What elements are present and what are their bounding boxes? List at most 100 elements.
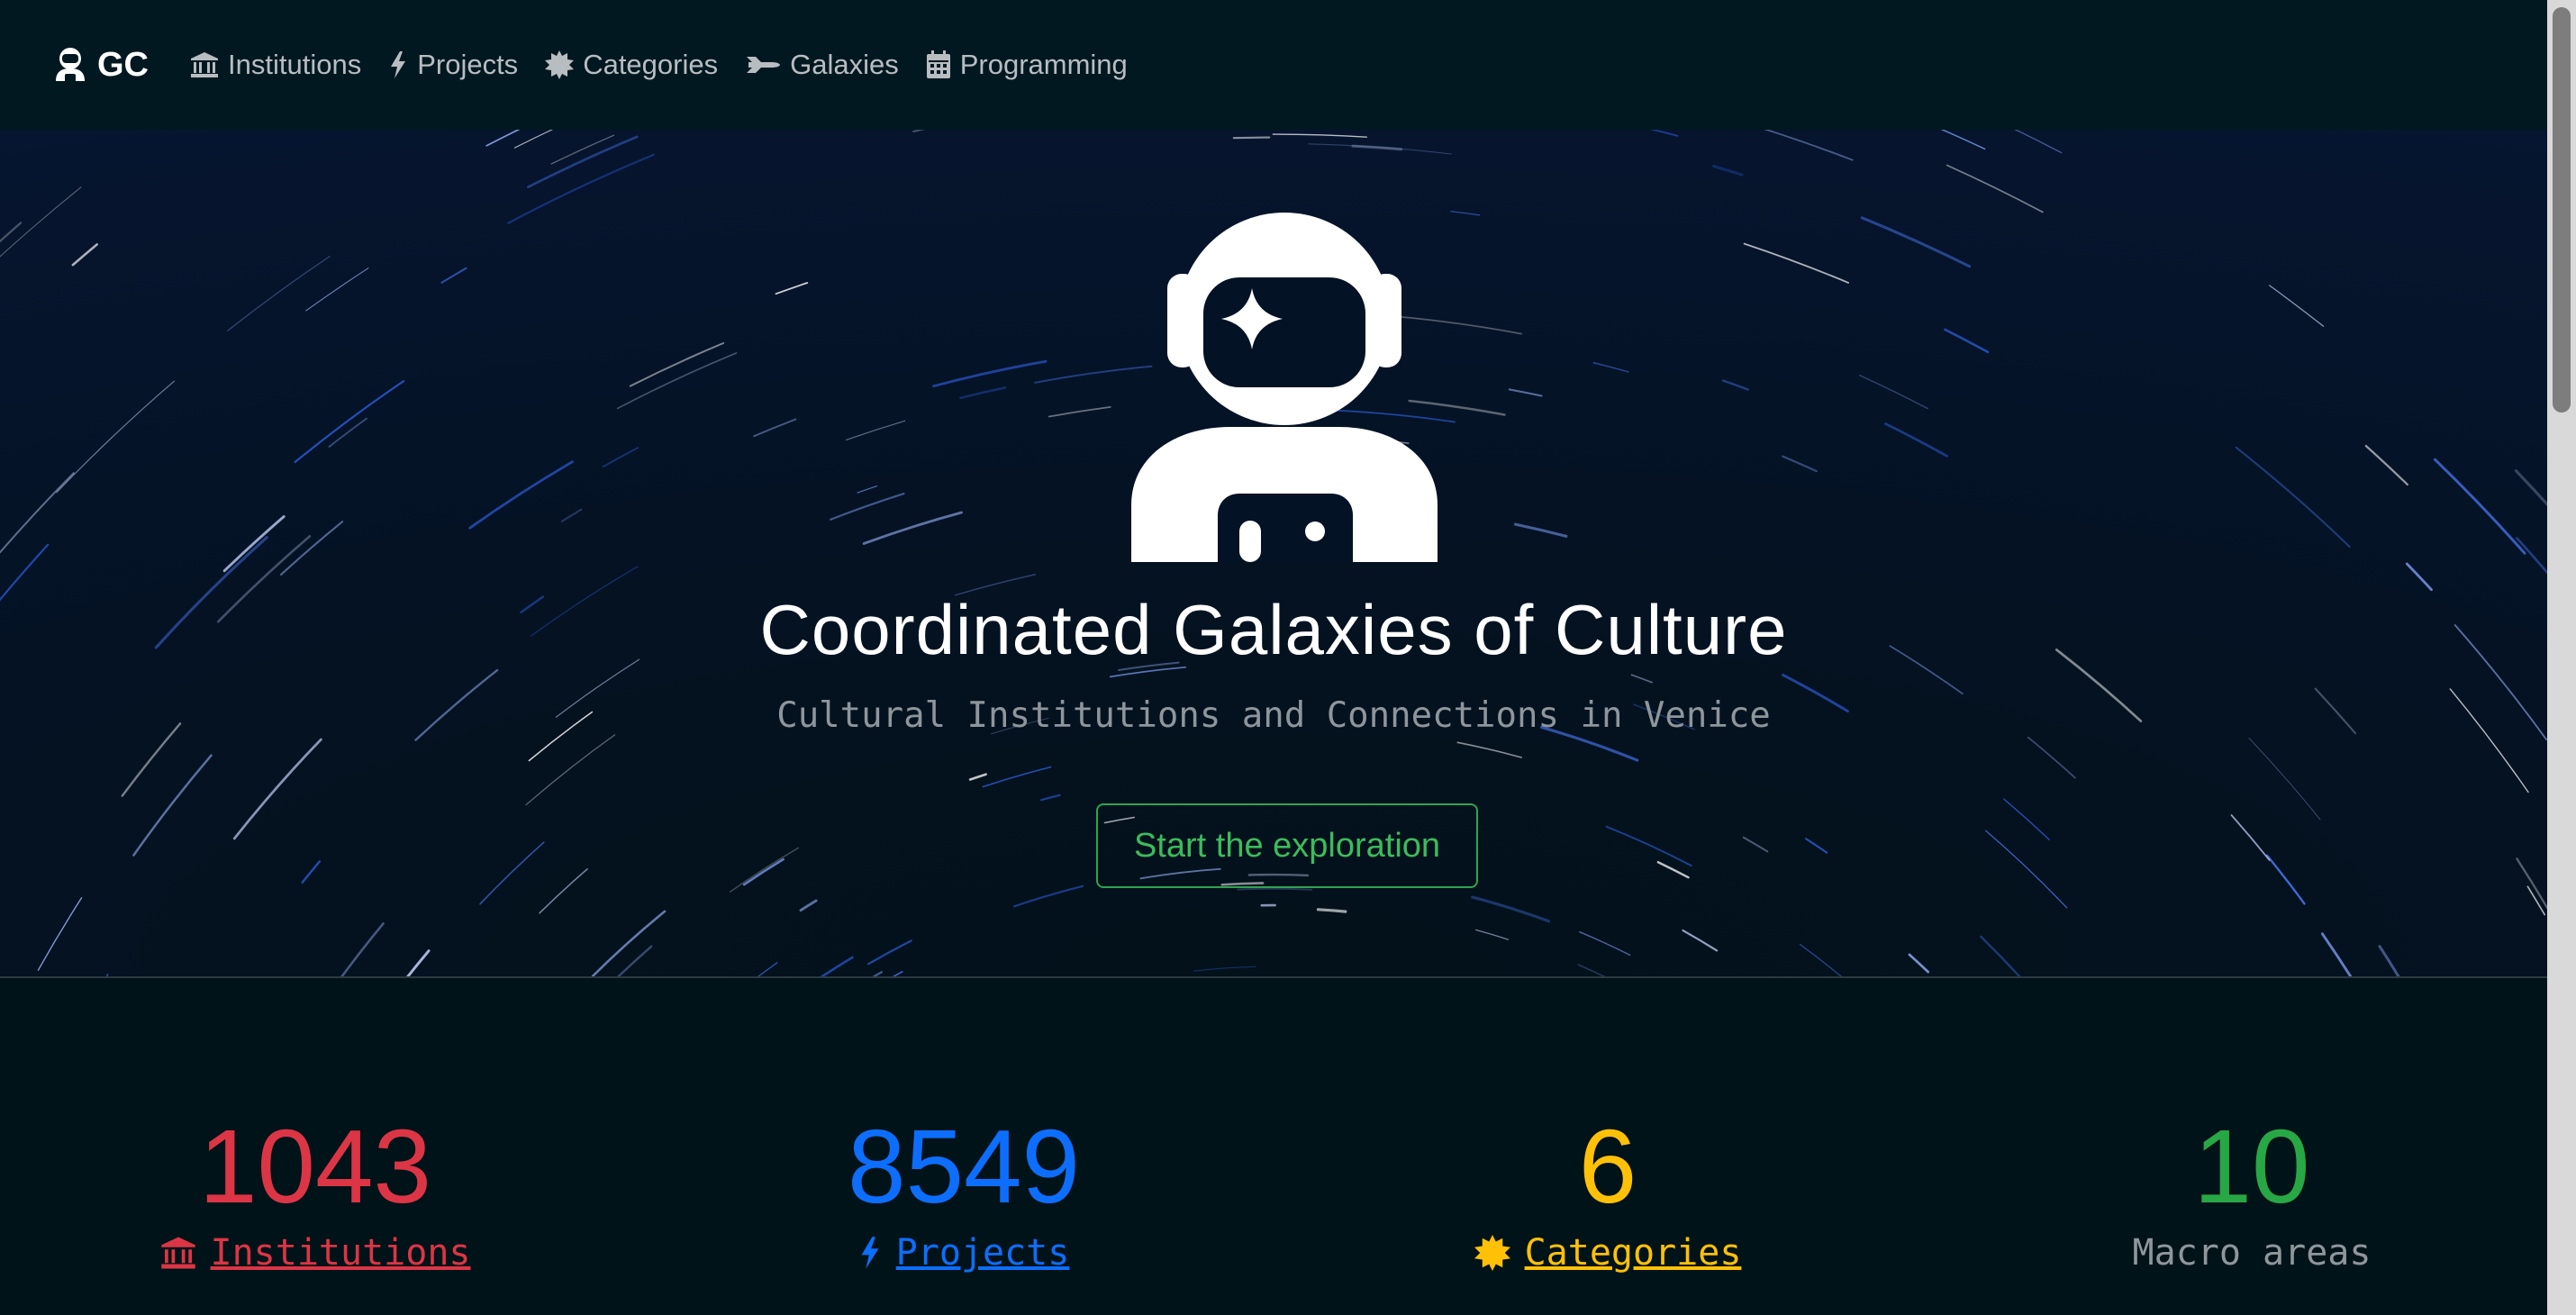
- star-trail: [440, 267, 467, 284]
- star-trail: [1039, 794, 1061, 802]
- nav-item-projects[interactable]: Projects: [388, 49, 518, 81]
- star-trail: [2248, 738, 2321, 821]
- scrollbar-thumb[interactable]: [2553, 7, 2571, 413]
- star-trail: [968, 773, 987, 781]
- shuttle-icon: [747, 57, 781, 73]
- star-trail: [1712, 164, 1744, 177]
- star-trail: [0, 186, 82, 258]
- star-trail: [1513, 522, 1568, 538]
- stat-categories: 6 Categories: [1383, 1108, 1833, 1274]
- star-trail: [2027, 736, 2076, 779]
- star-trail: [1944, 328, 1990, 354]
- star-trail: [485, 130, 521, 147]
- star-trail: [1577, 964, 1606, 976]
- nav-item-label: Programming: [959, 49, 1128, 80]
- star-trail: [982, 766, 1052, 788]
- star-trail: [730, 847, 800, 893]
- star-trail: [845, 420, 906, 440]
- star-trail: [507, 153, 655, 224]
- star-trail: [71, 243, 98, 267]
- hero-subtitle: Cultural Institutions and Connections in…: [776, 695, 1771, 736]
- star-trail: [301, 860, 321, 884]
- star-trail: [1471, 895, 1551, 923]
- star-trail: [1764, 130, 1854, 161]
- star-trail: [1782, 455, 1818, 473]
- projects-link[interactable]: Projects: [896, 1232, 1070, 1274]
- stat-value: 6: [1578, 1108, 1637, 1225]
- star-trail: [602, 447, 639, 467]
- star-trail: [2230, 814, 2271, 861]
- brand-link[interactable]: GC: [54, 46, 149, 85]
- nav-item-label: Institutions: [228, 49, 362, 80]
- star-trail: [1475, 929, 1510, 940]
- brand-text: GC: [97, 45, 149, 84]
- hero-title: Coordinated Galaxies of Culture: [759, 590, 1788, 669]
- star-trail: [1743, 242, 1849, 284]
- categories-link[interactable]: Categories: [1525, 1232, 1742, 1274]
- star-trail: [527, 135, 639, 188]
- top-navbar: GC Institutions Projects Categories Gala…: [0, 0, 2547, 130]
- star-trail: [959, 386, 1007, 400]
- star-trail: [406, 949, 431, 976]
- star-trail: [829, 493, 905, 521]
- star-trail: [2014, 130, 2063, 154]
- star-trail: [617, 945, 653, 976]
- star-trail: [1860, 216, 1972, 268]
- bank-icon: [160, 1237, 195, 1269]
- star-trail: [232, 738, 322, 840]
- astronaut-logo-icon: [56, 48, 85, 83]
- star-trail: [525, 734, 616, 806]
- star-trail: [37, 897, 83, 971]
- page-scrollbar[interactable]: [2547, 0, 2576, 1315]
- star-trail: [757, 962, 778, 976]
- star-trail: [1456, 741, 1522, 758]
- nav-item-label: Projects: [417, 49, 519, 80]
- star-trail: [2003, 798, 2050, 840]
- star-trail: [1884, 422, 1948, 458]
- start-exploration-button[interactable]: Start the exploration: [1096, 803, 1478, 888]
- star-trail: [857, 485, 878, 494]
- bank-icon: [191, 52, 218, 77]
- stat-institutions: 1043 Institutions: [90, 1108, 540, 1274]
- star-trail: [2364, 444, 2408, 486]
- star-trail: [1649, 130, 1679, 137]
- sun-icon: [545, 50, 575, 79]
- star-trail: [222, 515, 286, 573]
- star-trail: [1508, 388, 1543, 397]
- star-trail: [1940, 130, 1986, 150]
- nav-item-programming[interactable]: Programming: [926, 49, 1128, 81]
- star-trail: [2516, 857, 2547, 911]
- star-trail: [1682, 930, 1719, 952]
- nav-item-label: Galaxies: [790, 49, 899, 80]
- star-trail: [0, 472, 75, 554]
- star-trail: [56, 380, 175, 494]
- star-trail: [1450, 210, 1481, 216]
- nav-item-categories[interactable]: Categories: [545, 49, 718, 81]
- star-trail: [2516, 537, 2547, 574]
- star-trail: [0, 222, 23, 243]
- star-trail: [1592, 362, 1629, 373]
- star-trail: [1721, 379, 1749, 391]
- star-trail: [912, 130, 926, 132]
- star-trail: [2405, 562, 2433, 592]
- star-trail: [1013, 884, 1084, 908]
- star-trail: [468, 460, 574, 530]
- star-trail: [742, 857, 785, 886]
- star-trail: [753, 418, 797, 438]
- institutions-link[interactable]: Institutions: [211, 1232, 471, 1274]
- astronaut-icon: [1131, 213, 1438, 562]
- star-trail: [2514, 469, 2547, 507]
- star-trail: [1048, 406, 1111, 418]
- star-trail: [227, 255, 331, 331]
- section-divider: [0, 976, 2547, 978]
- nav-item-galaxies[interactable]: Galaxies: [745, 49, 899, 81]
- star-trail: [2378, 945, 2400, 976]
- star-trail: [932, 359, 1048, 388]
- star-trail: [1805, 838, 1828, 854]
- star-trail: [1656, 860, 1690, 879]
- star-trail: [1908, 953, 1930, 974]
- star-trail: [799, 899, 818, 912]
- nav-item-institutions[interactable]: Institutions: [190, 49, 361, 81]
- stat-value: 10: [2193, 1108, 2310, 1225]
- star-trail: [560, 508, 583, 522]
